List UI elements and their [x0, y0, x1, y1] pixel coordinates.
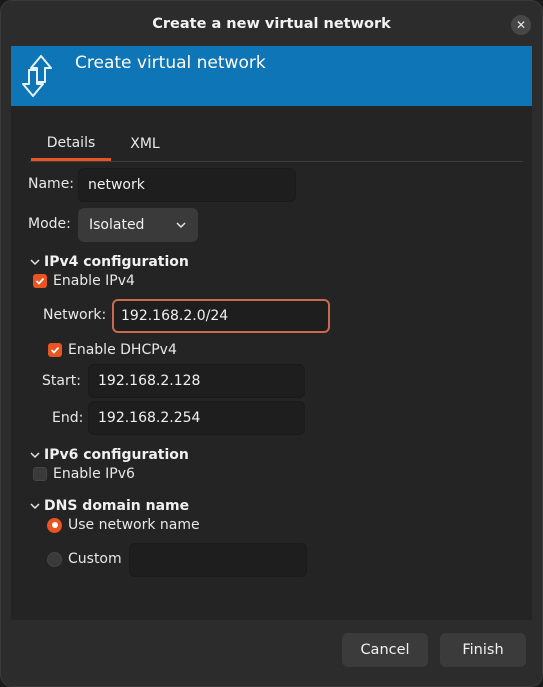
dhcp-start-input[interactable]: 192.168.2.128	[88, 364, 305, 398]
content-panel: Details XML Name: network Mode: Isolated…	[11, 106, 532, 620]
cancel-button[interactable]: Cancel	[342, 633, 428, 667]
close-icon: ✕	[515, 18, 527, 32]
mode-dropdown[interactable]: Isolated	[78, 208, 198, 242]
close-button[interactable]: ✕	[511, 15, 531, 35]
banner-title: Create virtual network	[75, 53, 266, 73]
network-label: Network:	[43, 307, 107, 323]
custom-radio[interactable]: Custom	[47, 551, 122, 567]
tab-details[interactable]: Details	[31, 128, 111, 161]
chevron-down-icon	[30, 259, 40, 266]
enable-ipv4-label: Enable IPv4	[53, 273, 135, 289]
custom-domain-input[interactable]	[129, 543, 307, 577]
tab-details-label: Details	[46, 135, 96, 151]
chevron-down-icon	[176, 222, 186, 229]
checkmark-icon	[48, 343, 62, 357]
enable-dhcpv4-checkbox[interactable]: Enable DHCPv4	[48, 342, 177, 358]
dns-section-header[interactable]: DNS domain name	[29, 498, 189, 514]
use-network-name-label: Use network name	[68, 517, 200, 533]
header-banner: Create virtual network	[11, 46, 532, 106]
dhcp-start-value: 192.168.2.128	[98, 373, 201, 389]
tab-xml-label: XML	[130, 136, 160, 152]
window-title: Create a new virtual network	[152, 16, 391, 32]
dhcp-end-input[interactable]: 192.168.2.254	[88, 401, 305, 435]
network-arrows-icon	[22, 55, 52, 97]
ipv4-section-title: IPv4 configuration	[44, 254, 189, 270]
mode-label: Mode:	[28, 216, 71, 232]
tab-xml[interactable]: XML	[115, 128, 175, 160]
dns-section-title: DNS domain name	[44, 498, 190, 514]
mode-selected-value: Isolated	[89, 217, 145, 233]
checkmark-icon	[33, 274, 47, 288]
name-input-value: network	[88, 177, 145, 193]
network-input-value: 192.168.2.0/24	[121, 308, 229, 324]
enable-ipv6-label: Enable IPv6	[53, 466, 135, 482]
enable-dhcpv4-label: Enable DHCPv4	[68, 342, 177, 358]
ipv4-section-header[interactable]: IPv4 configuration	[29, 254, 189, 270]
name-input[interactable]: network	[78, 168, 296, 202]
enable-ipv4-checkbox[interactable]: Enable IPv4	[33, 273, 135, 289]
network-input[interactable]: 192.168.2.0/24	[112, 299, 330, 333]
finish-button[interactable]: Finish	[440, 633, 526, 667]
chevron-down-icon	[30, 452, 40, 459]
ipv6-section-title: IPv6 configuration	[44, 447, 189, 463]
checkbox-empty-icon	[33, 467, 47, 481]
custom-label: Custom	[68, 551, 122, 567]
name-label: Name:	[28, 176, 75, 192]
dialog-window: Create a new virtual network ✕ Create vi…	[0, 0, 543, 687]
enable-ipv6-checkbox[interactable]: Enable IPv6	[33, 466, 135, 482]
finish-button-label: Finish	[462, 642, 504, 658]
tab-bar: Details XML	[29, 128, 523, 162]
radio-selected-icon	[47, 517, 62, 533]
dhcp-end-value: 192.168.2.254	[98, 410, 201, 426]
end-label: End:	[52, 410, 84, 426]
start-label: Start:	[42, 373, 81, 389]
title-bar: Create a new virtual network ✕	[1, 1, 542, 47]
cancel-button-label: Cancel	[360, 642, 410, 658]
radio-unselected-icon	[47, 551, 62, 567]
chevron-down-icon	[30, 503, 40, 510]
ipv6-section-header[interactable]: IPv6 configuration	[29, 447, 189, 463]
use-network-name-radio[interactable]: Use network name	[47, 517, 200, 533]
